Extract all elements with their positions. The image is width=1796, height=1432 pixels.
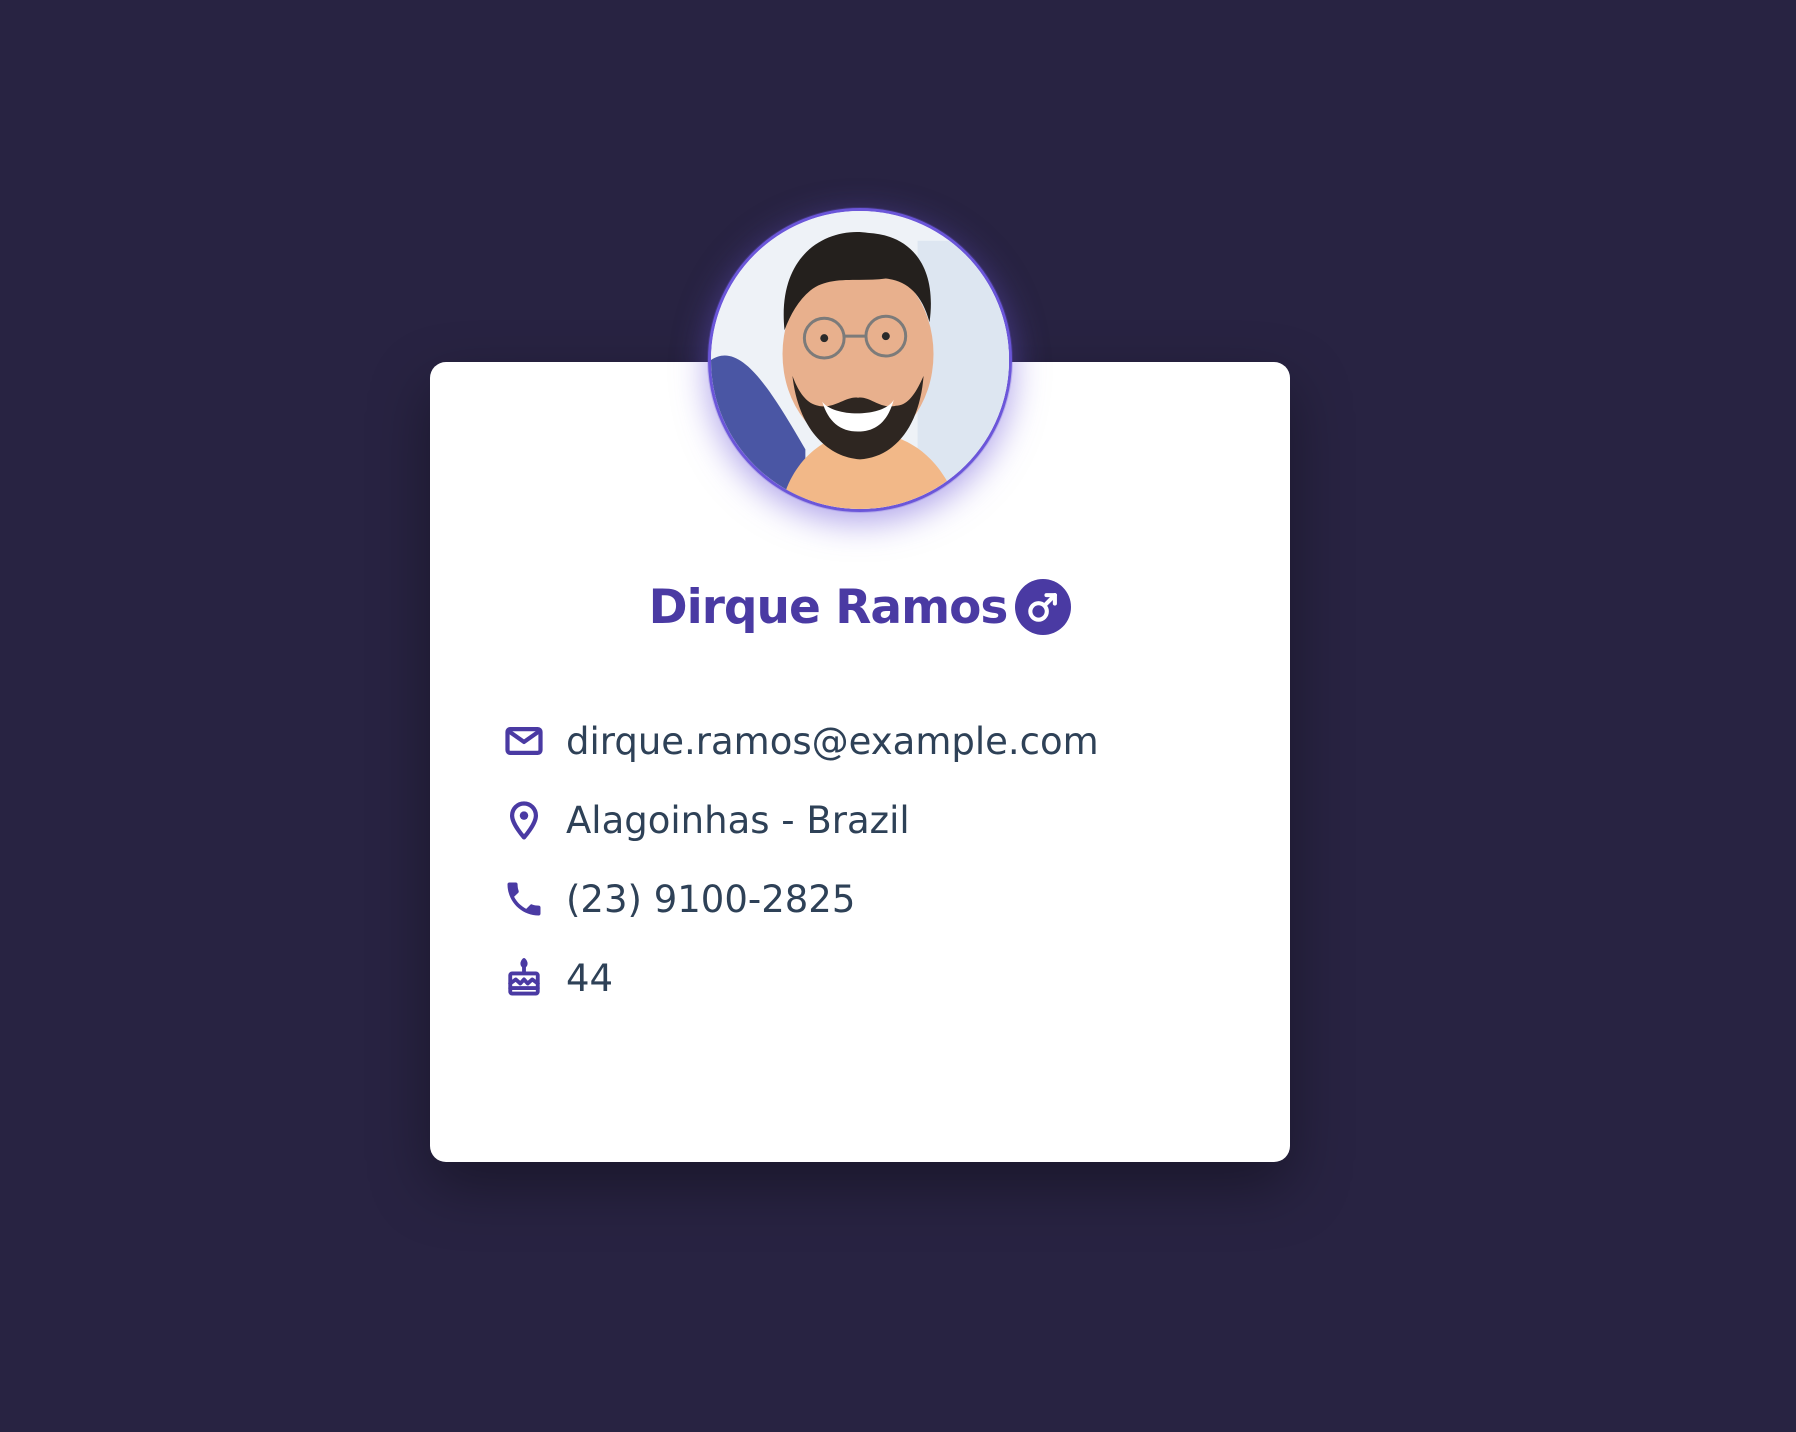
map-pin-icon	[502, 798, 546, 842]
email-text: dirque.ramos@example.com	[566, 719, 1099, 763]
name-row: Dirque Ramos	[430, 575, 1290, 639]
location-row: Alagoinhas - Brazil	[502, 781, 1262, 859]
phone-row: (23) 9100-2825	[502, 860, 1262, 938]
age-row: 44	[502, 939, 1262, 1017]
male-symbol-icon	[1015, 579, 1072, 635]
email-row: dirque.ramos@example.com	[502, 702, 1262, 780]
profile-details: dirque.ramos@example.com Alagoinhas - Br…	[502, 702, 1262, 1018]
phone-icon	[502, 877, 546, 921]
avatar[interactable]	[708, 208, 1012, 512]
phone-text: (23) 9100-2825	[566, 877, 856, 921]
birthday-cake-icon	[502, 956, 546, 1000]
mail-icon	[502, 719, 546, 763]
user-avatar-photo	[711, 211, 1009, 509]
location-text: Alagoinhas - Brazil	[566, 798, 910, 842]
age-text: 44	[566, 956, 614, 1000]
profile-name: Dirque Ramos	[648, 579, 1009, 635]
